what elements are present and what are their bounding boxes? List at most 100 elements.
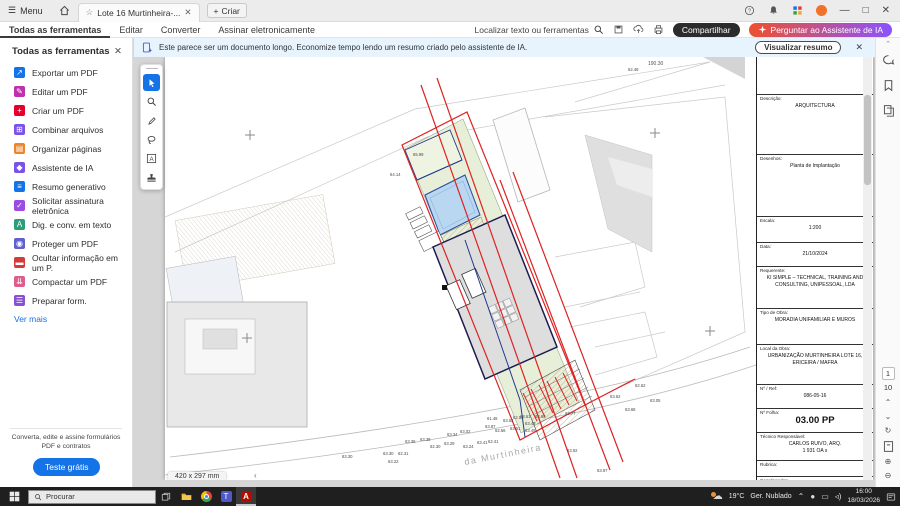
vertical-scrollbar[interactable] xyxy=(863,57,872,480)
lasso-icon xyxy=(146,134,157,145)
spot-elevation: 63.43 xyxy=(525,421,536,426)
sidebar-item-preparar-form-[interactable]: ☰Preparar form. xyxy=(0,291,132,310)
sidebar-item-solicitar-assinatura-eletr-nica[interactable]: ✓Solicitar assinatura eletrônica xyxy=(0,196,132,215)
date-label: 18/03/2026 xyxy=(847,497,880,505)
sidebar-item-criar-um-pdf[interactable]: +Criar um PDF xyxy=(0,101,132,120)
lasso-tool[interactable] xyxy=(143,131,160,148)
toolbar-tab-todas-as-ferramentas[interactable]: Todas as ferramentas xyxy=(0,22,110,38)
window-controls: ? — □ ✕ xyxy=(744,5,900,16)
star-icon[interactable]: ☆ xyxy=(86,7,94,18)
close-tab-icon[interactable]: ✕ xyxy=(184,7,191,18)
taskbar-search-input[interactable]: Procurar xyxy=(28,490,156,504)
field-label: Escala: xyxy=(760,218,870,223)
titleblock-row: Data:21/10/2024 xyxy=(757,243,873,267)
zoom-tool[interactable] xyxy=(143,93,160,110)
tool-label: Criar um PDF xyxy=(32,106,84,116)
minimize-icon[interactable]: — xyxy=(840,6,850,16)
document-tab[interactable]: ☆ Lote 16 Murtinheira-... ✕ xyxy=(78,3,200,22)
close-sidebar-icon[interactable]: ✕ xyxy=(114,46,122,57)
tray-display-icon[interactable]: ▭ xyxy=(821,492,829,501)
maximize-icon[interactable]: □ xyxy=(863,6,869,16)
teams-button[interactable]: T xyxy=(216,487,236,506)
profile-avatar[interactable] xyxy=(816,5,827,16)
next-page-icon[interactable]: ⌄ xyxy=(885,413,892,421)
notifications-bell-icon[interactable] xyxy=(768,5,779,16)
field-label: Data: xyxy=(760,244,870,249)
tray-shield-icon[interactable]: ● xyxy=(810,492,815,501)
bookmarks-icon[interactable] xyxy=(882,79,895,92)
spot-elevation: 63.30 xyxy=(342,454,353,459)
field-label: Rubrica: xyxy=(760,462,870,467)
rotate-page-icon[interactable]: ↻ xyxy=(885,427,892,435)
menu-button[interactable]: ☰ Menu xyxy=(0,0,51,22)
toolbar-tab-converter[interactable]: Converter xyxy=(152,22,210,38)
field-value: KI SIMPLE – TECHNICAL, TRAINING AND CONS… xyxy=(760,275,870,289)
scrollbar-thumb[interactable] xyxy=(864,95,871,185)
palette-drag-handle[interactable] xyxy=(146,68,158,70)
dimension-label: 190.30 xyxy=(648,61,664,67)
titleblock-row: Rubrica: xyxy=(757,461,873,477)
sidebar-item-exportar-um-pdf[interactable]: ↗Exportar um PDF xyxy=(0,63,132,82)
fit-page-icon[interactable] xyxy=(882,440,895,453)
start-button[interactable] xyxy=(0,491,28,502)
current-page-input[interactable]: 1 xyxy=(882,367,895,380)
tool-label: Resumo generativo xyxy=(32,182,106,192)
see-more-link[interactable]: Ver mais xyxy=(0,310,132,328)
tray-chevron-icon[interactable]: ⌃ xyxy=(798,492,805,501)
tool-icon: ✎ xyxy=(14,86,25,97)
page-thumbnails-icon[interactable] xyxy=(882,104,895,117)
ai-button-label: Perguntar ao Assistente de IA xyxy=(771,25,883,35)
document-viewport[interactable]: da Murtinheira xyxy=(134,57,875,480)
sidebar-item-assistente-de-ia[interactable]: ◆Assistente de IA xyxy=(0,158,132,177)
print-icon[interactable] xyxy=(653,24,664,35)
zoom-in-icon[interactable]: ⊕ xyxy=(885,458,892,466)
previous-page-icon[interactable]: ⌃ xyxy=(885,399,892,407)
acrobat-button[interactable]: A xyxy=(236,487,256,506)
banner-close-icon[interactable]: ✕ xyxy=(847,42,867,53)
sidebar-item-proteger-um-pdf[interactable]: ◉Proteger um PDF xyxy=(0,234,132,253)
add-text-tool[interactable]: A xyxy=(143,150,160,167)
notification-center-icon[interactable] xyxy=(886,492,896,502)
cloud-upload-icon[interactable] xyxy=(633,24,644,35)
rail-scroll-up-icon[interactable]: ⌃ xyxy=(885,40,891,48)
toolbar-tab-editar[interactable]: Editar xyxy=(110,22,152,38)
sidebar-item-resumo-generativo[interactable]: ≡Resumo generativo xyxy=(0,177,132,196)
comments-icon[interactable] xyxy=(882,54,895,67)
weather-icon: ☁ xyxy=(713,491,723,502)
pencil-tool[interactable] xyxy=(143,112,160,129)
free-trial-button[interactable]: Teste grátis xyxy=(33,458,100,476)
sidebar-item-ocultar-informa-o-em-um-p-[interactable]: ▬Ocultar informação em um P. xyxy=(0,253,132,272)
stamp-tool[interactable] xyxy=(143,169,160,186)
apps-grid-icon[interactable] xyxy=(792,5,803,16)
field-label: Nº / Ref: xyxy=(760,386,870,391)
new-tab-button[interactable]: + Criar xyxy=(207,3,247,18)
sidebar-item-editar-um-pdf[interactable]: ✎Editar um PDF xyxy=(0,82,132,101)
sidebar-item-combinar-arquivos[interactable]: ⊞Combinar arquivos xyxy=(0,120,132,139)
ask-ai-assistant-button[interactable]: Perguntar ao Assistente de IA xyxy=(749,23,892,37)
save-icon[interactable] xyxy=(613,24,624,35)
help-icon[interactable]: ? xyxy=(744,5,755,16)
sidebar-item-organizar-p-ginas[interactable]: ▤Organizar páginas xyxy=(0,139,132,158)
select-tool[interactable] xyxy=(143,74,160,91)
tool-icon: A xyxy=(14,219,25,230)
home-button[interactable] xyxy=(51,0,78,22)
weather-desc[interactable]: Ger. Nublado xyxy=(750,493,791,500)
clock[interactable]: 16:00 18/03/2026 xyxy=(847,488,880,504)
tool-label: Organizar páginas xyxy=(32,144,101,154)
zoom-out-icon[interactable]: ⊖ xyxy=(885,472,892,480)
file-explorer-button[interactable] xyxy=(176,487,196,506)
spot-elevation: 63.77 xyxy=(565,411,576,416)
task-view-button[interactable] xyxy=(156,487,176,506)
find-tools-search[interactable]: Localizar texto ou ferramentas xyxy=(475,24,604,35)
toolbar-tab-assinar-eletronicamente[interactable]: Assinar eletronicamente xyxy=(209,22,324,38)
chrome-button[interactable] xyxy=(196,487,216,506)
tray-volume-icon[interactable]: ◃) xyxy=(835,492,842,501)
sidebar-item-dig-e-conv-em-texto[interactable]: ADig. e conv. em texto xyxy=(0,215,132,234)
sidebar-item-compactar-um-pdf[interactable]: ⇊Compactar um PDF xyxy=(0,272,132,291)
share-button[interactable]: Compartilhar xyxy=(673,23,740,37)
hscroll-left-arrow[interactable]: ‹ xyxy=(254,471,257,480)
svg-text:A: A xyxy=(149,156,154,163)
weather-temp[interactable]: 19°C xyxy=(729,493,745,500)
close-window-icon[interactable]: ✕ xyxy=(882,6,890,16)
view-summary-button[interactable]: Visualizar resumo xyxy=(755,41,841,54)
